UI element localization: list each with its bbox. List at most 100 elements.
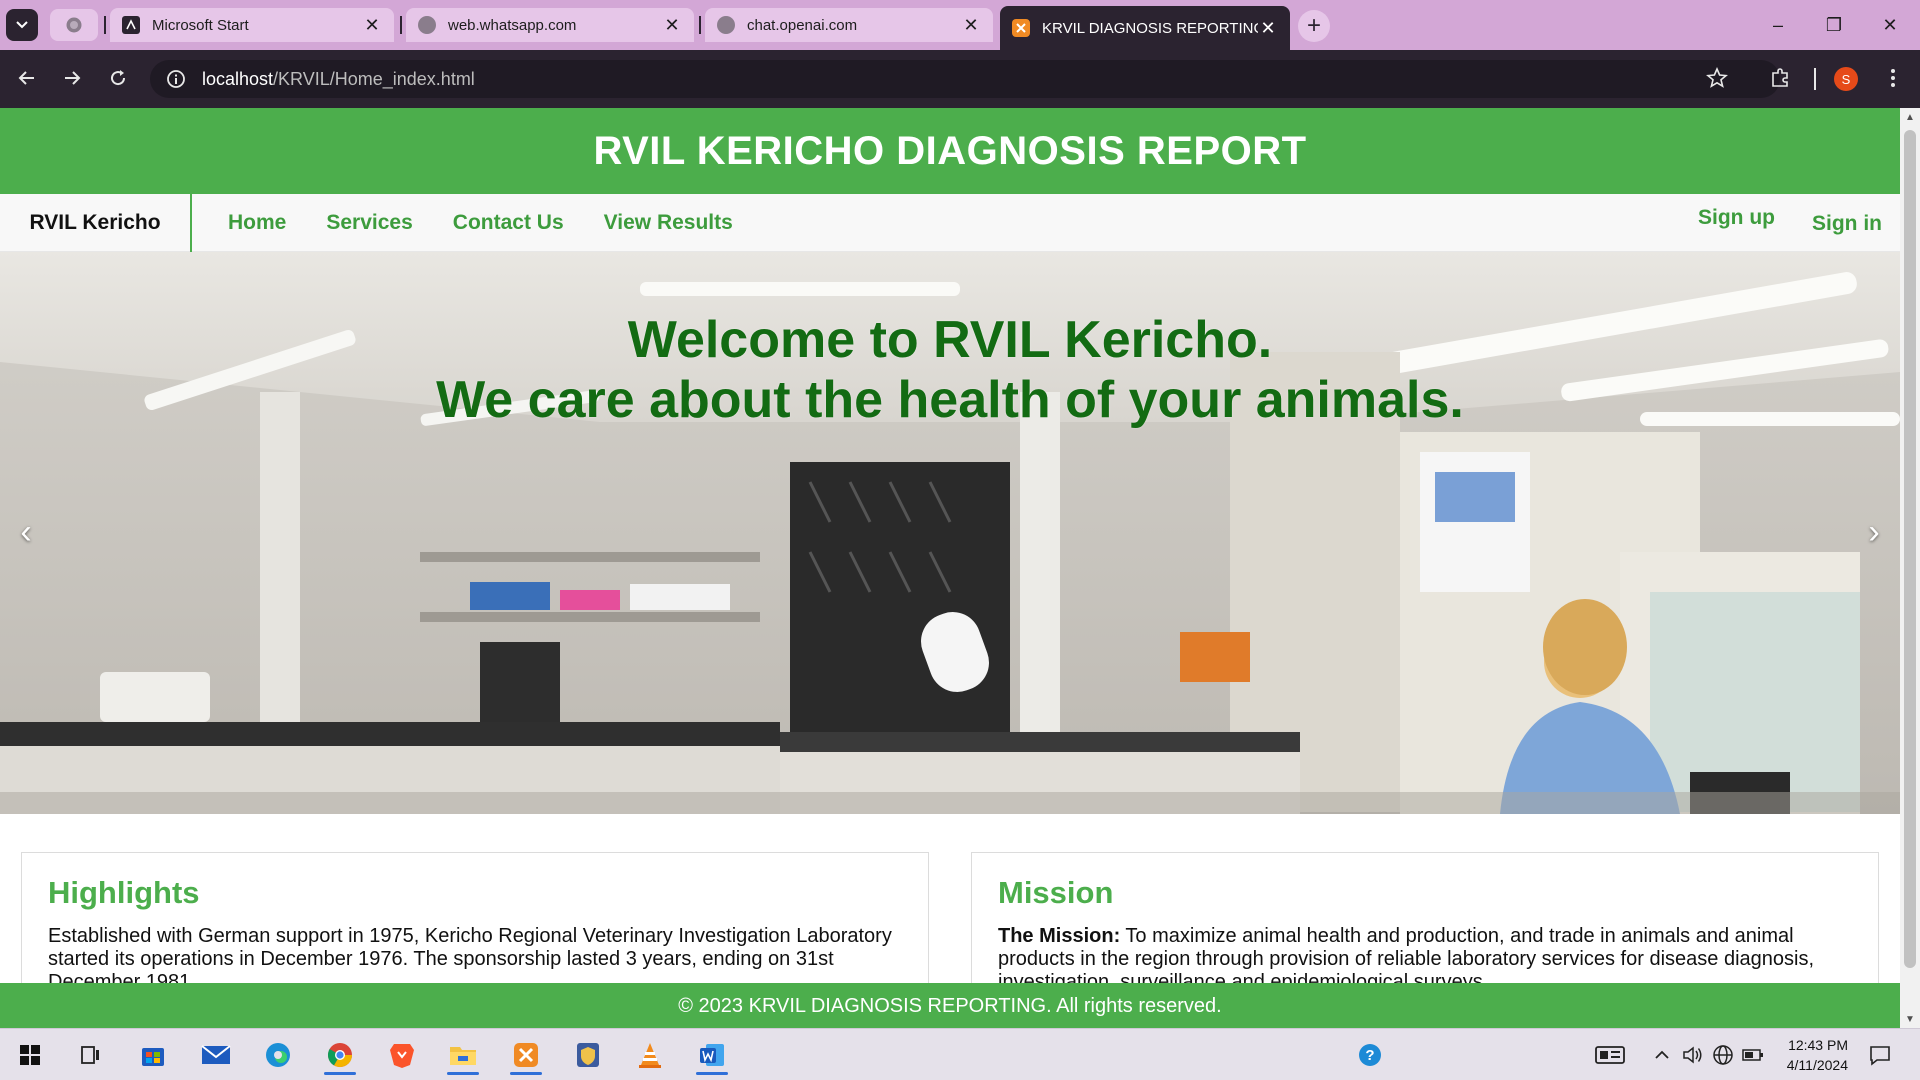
edge-button[interactable] <box>258 1035 298 1075</box>
active-app-indicator <box>696 1072 728 1075</box>
hero-line-1: Welcome to RVIL Kericho. <box>627 311 1273 369</box>
back-button[interactable] <box>11 62 43 94</box>
bookmark-star-button[interactable] <box>1701 62 1733 94</box>
reload-button[interactable] <box>102 62 134 94</box>
site-title: RVIL KERICHO DIAGNOSIS REPORT <box>593 128 1307 173</box>
arrow-right-icon <box>65 71 81 85</box>
globe-icon <box>717 16 735 34</box>
extensions-button[interactable] <box>1764 62 1796 94</box>
chrome-button[interactable] <box>320 1035 360 1075</box>
vlc-cone-icon <box>639 1043 661 1068</box>
chrome-icon <box>327 1043 352 1068</box>
notifications-button[interactable] <box>1862 1039 1898 1071</box>
toolbar-separator <box>1814 68 1816 90</box>
word-button[interactable] <box>692 1035 732 1075</box>
word-icon <box>700 1044 724 1066</box>
url-host: localhost <box>202 68 274 89</box>
app-shield-button[interactable] <box>568 1035 608 1075</box>
help-icon: ? <box>1359 1044 1381 1066</box>
tab-title: Microsoft Start <box>152 16 249 34</box>
close-icon[interactable]: ✕ <box>362 15 382 36</box>
globe-icon <box>1713 1045 1733 1065</box>
reload-icon <box>111 70 126 86</box>
nav-view-results-link[interactable]: View Results <box>604 211 733 235</box>
notification-icon <box>1870 1046 1890 1066</box>
restore-button[interactable]: ❐ <box>1814 10 1854 40</box>
svg-text:?: ? <box>1365 1047 1374 1064</box>
clock-time: 12:43 PM <box>1788 1037 1848 1053</box>
page-scrollbar[interactable]: ▲ ▼ <box>1900 108 1920 1028</box>
star-icon <box>1706 67 1728 88</box>
profile-avatar[interactable]: S <box>1834 67 1858 91</box>
tab-krvil-active[interactable]: KRVIL DIAGNOSIS REPORTING ✕ <box>1000 6 1290 50</box>
taskbar-clock[interactable]: 12:43 PM 4/11/2024 <box>1740 1035 1848 1075</box>
nav-contact-link[interactable]: Contact Us <box>453 211 564 235</box>
sign-up-link[interactable]: Sign up <box>1698 206 1775 230</box>
tab-whatsapp[interactable]: web.whatsapp.com ✕ <box>406 8 694 42</box>
nav-links: Home Services Contact Us View Results <box>208 194 753 252</box>
microsoft-store-button[interactable] <box>133 1035 173 1075</box>
carousel-prev-button[interactable]: ‹ <box>6 502 46 562</box>
tab-microsoft-start[interactable]: Microsoft Start ✕ <box>110 8 394 42</box>
brave-button[interactable] <box>382 1035 422 1075</box>
minimize-button[interactable]: – <box>1758 10 1798 40</box>
close-icon[interactable]: ✕ <box>662 15 682 36</box>
input-indicator-button[interactable] <box>1592 1039 1628 1071</box>
scroll-thumb[interactable] <box>1904 130 1916 968</box>
scroll-down-arrow[interactable]: ▼ <box>1900 1010 1920 1028</box>
tab-separator <box>699 16 701 34</box>
mail-button[interactable] <box>196 1035 236 1075</box>
start-button[interactable] <box>10 1035 50 1075</box>
xampp-icon <box>1012 19 1030 37</box>
forward-button[interactable] <box>56 62 88 94</box>
close-icon[interactable]: ✕ <box>961 15 981 36</box>
hero-carousel: Welcome to RVIL Kericho. We care about t… <box>0 252 1900 814</box>
tab-title: KRVIL DIAGNOSIS REPORTING <box>1042 19 1258 37</box>
folder-icon <box>450 1047 476 1065</box>
tab-search-button[interactable] <box>6 9 38 41</box>
nav-services-link[interactable]: Services <box>326 211 412 235</box>
carousel-next-button[interactable]: › <box>1854 502 1894 562</box>
active-app-indicator <box>447 1072 479 1075</box>
globe-icon <box>66 17 82 33</box>
kebab-menu-icon <box>1891 69 1895 87</box>
xampp-icon <box>514 1043 538 1067</box>
file-explorer-button[interactable] <box>443 1035 483 1075</box>
hero-welcome-text: Welcome to RVIL Kericho. We care about t… <box>0 310 1900 430</box>
network-button[interactable] <box>1710 1039 1736 1071</box>
volume-button[interactable] <box>1680 1039 1706 1071</box>
new-tab-button[interactable]: + <box>1298 10 1330 42</box>
speaker-icon <box>1683 1046 1702 1064</box>
nav-home-link[interactable]: Home <box>228 211 286 235</box>
scroll-up-arrow[interactable]: ▲ <box>1900 108 1920 126</box>
active-app-indicator <box>510 1072 542 1075</box>
vlc-button[interactable] <box>630 1035 670 1075</box>
active-app-indicator <box>324 1072 356 1075</box>
task-view-button[interactable] <box>70 1035 110 1075</box>
edge-icon <box>266 1043 290 1067</box>
chevron-up-icon <box>1655 1050 1669 1059</box>
browser-menu-button[interactable] <box>1877 62 1909 94</box>
task-view-icon <box>81 1046 99 1064</box>
help-button[interactable]: ? <box>1354 1039 1386 1071</box>
clock-date: 4/11/2024 <box>1786 1057 1848 1073</box>
tab-separator <box>104 16 106 34</box>
pinned-tab[interactable] <box>50 9 98 41</box>
tab-chatgpt[interactable]: chat.openai.com ✕ <box>705 8 993 42</box>
info-icon <box>167 70 185 88</box>
navbar-brand[interactable]: RVIL Kericho <box>0 194 192 252</box>
highlights-title: Highlights <box>48 875 200 910</box>
tab-separator <box>400 16 402 34</box>
xampp-button[interactable] <box>506 1035 546 1075</box>
close-window-button[interactable]: ✕ <box>1870 10 1910 40</box>
address-bar[interactable]: localhost/KRVIL/Home_index.html <box>150 60 1780 98</box>
site-footer: © 2023 KRVIL DIAGNOSIS REPORTING. All ri… <box>0 983 1900 1028</box>
site-header: RVIL KERICHO DIAGNOSIS REPORT <box>0 108 1900 194</box>
mission-title: Mission <box>998 875 1114 910</box>
tab-title: chat.openai.com <box>747 16 858 34</box>
close-icon[interactable]: ✕ <box>1258 18 1278 39</box>
page-viewport: RVIL KERICHO DIAGNOSIS REPORT RVIL Keric… <box>0 108 1920 1028</box>
show-hidden-icons-button[interactable] <box>1650 1039 1674 1071</box>
sign-in-link[interactable]: Sign in <box>1812 212 1882 236</box>
tab-title: web.whatsapp.com <box>448 16 577 34</box>
